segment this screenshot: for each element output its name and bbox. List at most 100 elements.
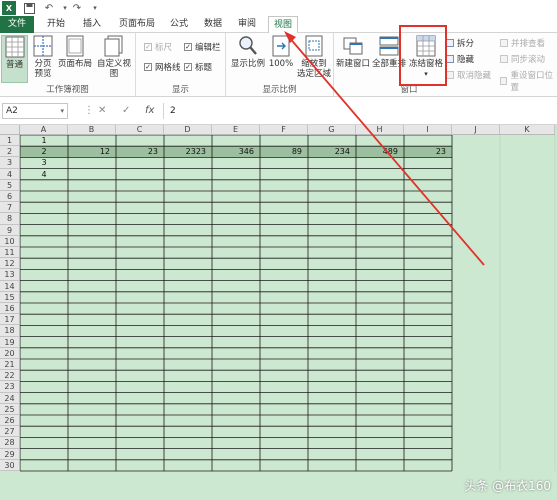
column-header-k[interactable]: K	[500, 125, 555, 135]
column-header-f[interactable]: F	[260, 125, 308, 135]
row-header-11[interactable]: 11	[0, 247, 20, 259]
hide-button[interactable]: 隐藏	[446, 53, 474, 65]
new-window-button[interactable]: 新建窗口	[336, 35, 370, 83]
cell-a3[interactable]: 3	[20, 157, 68, 168]
column-header-e[interactable]: E	[212, 125, 260, 135]
tab-data[interactable]: 数据	[198, 16, 228, 33]
tab-formulas[interactable]: 公式	[164, 16, 194, 33]
row-header-29[interactable]: 29	[0, 448, 20, 460]
arrange-all-button[interactable]: 全部重排	[371, 35, 407, 83]
row-header-30[interactable]: 30	[0, 459, 20, 471]
row-header-8[interactable]: 8	[0, 213, 20, 225]
row-header-13[interactable]: 13	[0, 269, 20, 281]
row-header-3[interactable]: 3	[0, 157, 20, 169]
enter-icon[interactable]: ✓	[122, 103, 130, 119]
row-header-27[interactable]: 27	[0, 426, 20, 438]
column-header-c[interactable]: C	[116, 125, 164, 135]
cancel-icon[interactable]: ✕	[98, 103, 106, 119]
row-header-12[interactable]: 12	[0, 258, 20, 270]
gridlines-checkbox[interactable]: ✓ 网格线	[144, 61, 181, 73]
split-button[interactable]: 拆分	[446, 37, 474, 49]
tab-view[interactable]: 视图	[268, 16, 298, 34]
cell-f2[interactable]: 89	[260, 146, 308, 157]
sync-scroll-button[interactable]: 同步滚动	[500, 53, 545, 65]
column-header-g[interactable]: G	[308, 125, 356, 135]
row-header-18[interactable]: 18	[0, 325, 20, 337]
row-header-20[interactable]: 20	[0, 347, 20, 359]
row-header-6[interactable]: 6	[0, 191, 20, 203]
normal-view-label: 普通	[5, 60, 23, 70]
ruler-checkbox[interactable]: ✓ 标尺	[144, 41, 172, 53]
column-header-h[interactable]: H	[356, 125, 404, 135]
zoom-to-selection-button[interactable]: 缩放到 选定区域	[296, 35, 332, 83]
arrange-all-label: 全部重排	[371, 59, 406, 69]
column-header-a[interactable]: A	[20, 125, 68, 135]
row-header-1[interactable]: 1	[0, 135, 20, 147]
row-header-28[interactable]: 28	[0, 437, 20, 449]
page-layout-view-button[interactable]: 页面布局	[57, 35, 93, 83]
column-header-j[interactable]: J	[452, 125, 500, 135]
tab-page-layout[interactable]: 页面布局	[112, 16, 162, 33]
zoom-100-button[interactable]: 100%	[268, 35, 294, 83]
insert-function-icon[interactable]: fx	[145, 103, 154, 119]
name-box[interactable]: A2 ▾	[2, 103, 68, 119]
redo-icon[interactable]: ↷	[70, 1, 84, 15]
row-header-5[interactable]: 5	[0, 179, 20, 191]
cell-d2[interactable]: 2323	[164, 146, 212, 157]
row-header-14[interactable]: 14	[0, 280, 20, 292]
cell-a1[interactable]: 1	[20, 135, 68, 146]
worksheet-grid[interactable]: A B C D E F G H I J K 1 2 3 4 5 6 7 8 9 10 11 12 13 14 15 16 17 18 19…	[0, 125, 557, 500]
page-layout-label: 页面布局	[57, 59, 92, 69]
column-header-d[interactable]: D	[164, 125, 212, 135]
normal-view-button[interactable]: 普通	[1, 35, 28, 83]
row-header-22[interactable]: 22	[0, 370, 20, 382]
freeze-panes-button[interactable]: 冻结窗格 ▾	[406, 35, 446, 89]
cell-h2[interactable]: 489	[356, 146, 404, 157]
cell-gridlines	[19, 134, 556, 472]
row-header-15[interactable]: 15	[0, 291, 20, 303]
tab-review[interactable]: 审阅	[232, 16, 262, 33]
view-side-by-side-button[interactable]: 并排查看	[500, 37, 545, 49]
arrange-all-icon	[379, 36, 399, 56]
unhide-button[interactable]: 取消隐藏	[446, 69, 491, 81]
cell-c2[interactable]: 23	[116, 146, 164, 157]
customize-quick-access-icon[interactable]: ▾	[88, 1, 102, 15]
group-zoom: 显示比例 100% 缩放到 选定区域 显示比例	[226, 33, 334, 97]
row-header-23[interactable]: 23	[0, 381, 20, 393]
tab-file[interactable]: 文件	[0, 16, 34, 33]
row-header-24[interactable]: 24	[0, 392, 20, 404]
row-header-19[interactable]: 19	[0, 336, 20, 348]
reset-window-position-button[interactable]: 重设窗口位置	[500, 69, 557, 93]
row-header-25[interactable]: 25	[0, 403, 20, 415]
row-header-17[interactable]: 17	[0, 314, 20, 326]
row-header-2[interactable]: 2	[0, 146, 20, 158]
row-header-4[interactable]: 4	[0, 168, 20, 180]
cell-a4[interactable]: 4	[20, 169, 68, 180]
row-header-21[interactable]: 21	[0, 359, 20, 371]
column-header-i[interactable]: I	[404, 125, 452, 135]
formula-bar-label: 编辑栏	[195, 43, 221, 53]
row-header-26[interactable]: 26	[0, 415, 20, 427]
row-header-9[interactable]: 9	[0, 224, 20, 236]
row-header-10[interactable]: 10	[0, 235, 20, 247]
custom-views-button[interactable]: 自定义视图	[94, 35, 134, 83]
row-header-16[interactable]: 16	[0, 303, 20, 315]
column-header-b[interactable]: B	[68, 125, 116, 135]
cell-g2[interactable]: 234	[308, 146, 356, 157]
cell-a2[interactable]: 2	[20, 146, 68, 157]
page-break-preview-button[interactable]: 分页 预览	[30, 35, 56, 83]
formula-input[interactable]: 2	[163, 103, 553, 119]
save-icon[interactable]	[22, 1, 36, 15]
cell-e2[interactable]: 346	[212, 146, 260, 157]
cell-b2[interactable]: 12	[68, 146, 116, 157]
zoom-button[interactable]: 显示比例	[230, 35, 266, 83]
row-header-7[interactable]: 7	[0, 202, 20, 214]
undo-icon[interactable]: ↶	[42, 1, 56, 15]
headings-checkbox[interactable]: ✓ 标题	[184, 61, 212, 73]
formula-bar-checkbox[interactable]: ✓ 编辑栏	[184, 41, 221, 53]
tab-insert[interactable]: 插入	[76, 16, 108, 33]
split-icon	[446, 39, 454, 47]
tab-home[interactable]: 开始	[40, 16, 72, 33]
name-box-dropdown-icon[interactable]: ▾	[60, 104, 64, 118]
cell-i2[interactable]: 23	[404, 146, 452, 157]
